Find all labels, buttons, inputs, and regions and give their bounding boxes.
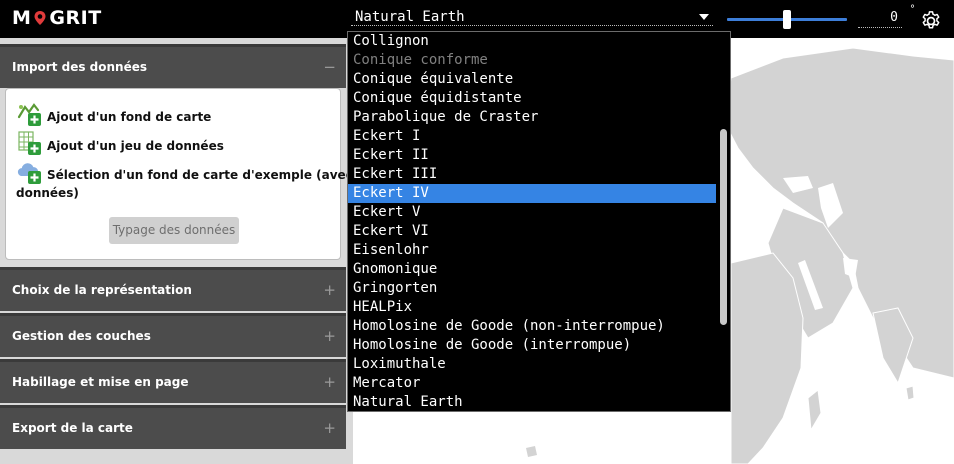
- collapse-icon[interactable]: −: [323, 47, 336, 87]
- expand-icon[interactable]: +: [323, 316, 336, 356]
- projection-option[interactable]: Homolosine de Goode (non-interrompue): [348, 317, 716, 336]
- add-dataset-item[interactable]: Ajout d'un jeu de données: [16, 130, 316, 156]
- section-layers-title: Gestion des couches: [12, 329, 151, 343]
- projection-option[interactable]: Loximuthale: [348, 355, 716, 374]
- gear-icon[interactable]: [920, 10, 942, 32]
- expand-icon[interactable]: +: [323, 270, 336, 310]
- add-basemap-label: Ajout d'un fond de carte: [47, 110, 212, 124]
- projection-options: Collignon Conique conforme Conique équival…: [348, 32, 716, 411]
- sample-basemap-label-line2: données): [16, 186, 79, 200]
- cloud-add-icon: [17, 163, 41, 184]
- land-africa: [730, 252, 804, 464]
- projection-option[interactable]: Collignon: [348, 32, 716, 51]
- section-import-title: Import des données: [12, 60, 148, 74]
- projection-option[interactable]: Homolosine de Goode (interrompue): [348, 336, 716, 355]
- section-import-header[interactable]: Import des données −: [0, 44, 346, 88]
- data-typing-button[interactable]: Typage des données: [109, 217, 239, 244]
- projection-option[interactable]: Eckert II: [348, 146, 716, 165]
- degree-sign: °: [910, 4, 915, 15]
- section-export-header[interactable]: Export de la carte +: [0, 405, 346, 449]
- projection-option[interactable]: Conique équidistante: [348, 89, 716, 108]
- dataset-add-icon: [18, 131, 41, 155]
- logo-text-left: M: [12, 7, 32, 29]
- projection-dropdown-list[interactable]: Collignon Conique conforme Conique équival…: [347, 31, 731, 412]
- left-menu-panel: Import des données − Ajout d'un fond de …: [0, 38, 353, 464]
- app-window: M GRIT Natural Earth 0 ° Import des donn…: [0, 0, 954, 464]
- projection-option[interactable]: Gringorten: [348, 279, 716, 298]
- section-export-title: Export de la carte: [12, 421, 133, 435]
- add-basemap-item[interactable]: Ajout d'un fond de carte: [16, 101, 316, 127]
- projection-option[interactable]: Eckert IV: [348, 184, 716, 203]
- section-representation-title: Choix de la représentation: [12, 283, 192, 297]
- expand-icon[interactable]: +: [323, 408, 336, 448]
- projection-option[interactable]: Eckert VI: [348, 222, 716, 241]
- sample-basemap-item[interactable]: Sélection d'un fond de carte d'exemple (…: [16, 159, 353, 203]
- magrit-logo: M GRIT: [12, 5, 102, 31]
- logo-pin-icon: [34, 11, 46, 25]
- chevron-down-icon[interactable]: [699, 14, 709, 20]
- projection-option[interactable]: HEALPix: [348, 298, 716, 317]
- rotation-slider-thumb[interactable]: [783, 10, 791, 29]
- projection-option[interactable]: Eisenlohr: [348, 241, 716, 260]
- projection-option[interactable]: Parabolique de Craster: [348, 108, 716, 127]
- projection-option[interactable]: Conique équivalente: [348, 70, 716, 89]
- expand-icon[interactable]: +: [323, 362, 336, 402]
- section-layout-header[interactable]: Habillage et mise en page +: [0, 359, 346, 403]
- land-island: [526, 446, 537, 457]
- projection-option[interactable]: Gnomonique: [348, 260, 716, 279]
- projection-option: Conique conforme: [353, 52, 488, 68]
- land-madagascar: [807, 389, 822, 432]
- projection-option[interactable]: Eckert V: [348, 203, 716, 222]
- add-dataset-label: Ajout d'un jeu de données: [47, 139, 224, 153]
- section-representation-header[interactable]: Choix de la représentation +: [0, 267, 346, 311]
- land-srilanka: [905, 385, 915, 401]
- logo-text-right: GRIT: [49, 7, 102, 29]
- projection-option[interactable]: Eckert I: [348, 127, 716, 146]
- projection-option[interactable]: Mercator: [348, 374, 716, 393]
- projection-option[interactable]: Eckert III: [348, 165, 716, 184]
- dropdown-scrollbar-thumb[interactable]: [720, 129, 727, 325]
- section-import-body: Ajout d'un fond de carte Ajout d'un jeu …: [5, 88, 353, 260]
- projection-select[interactable]: Natural Earth: [351, 8, 713, 26]
- projection-option[interactable]: Natural Earth: [348, 393, 716, 411]
- rotation-input[interactable]: 0: [858, 8, 902, 28]
- basemap-add-icon: [17, 103, 41, 126]
- sample-basemap-label-line1: Sélection d'un fond de carte d'exemple (…: [47, 168, 353, 182]
- section-layout-title: Habillage et mise en page: [12, 375, 189, 389]
- section-layers-header[interactable]: Gestion des couches +: [0, 313, 346, 357]
